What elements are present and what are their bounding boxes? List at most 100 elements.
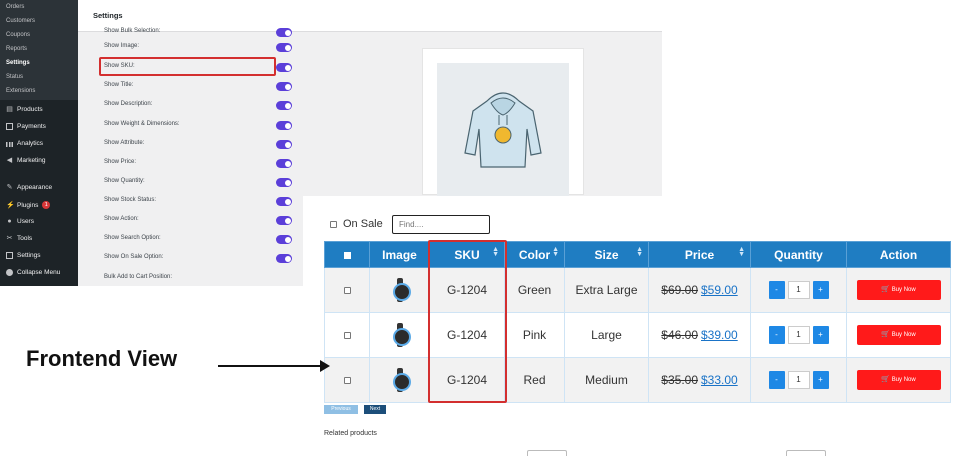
payments-icon	[6, 123, 13, 130]
row-select-cell	[324, 357, 370, 403]
submenu-orders[interactable]: Orders	[6, 4, 24, 10]
buy-now-label: Buy Now	[891, 287, 916, 293]
setting-label: Show Stock Status:	[104, 197, 157, 203]
settings-icon	[6, 252, 13, 259]
setting-row: Show Title:	[104, 82, 292, 92]
plugins-icon: ⚡	[6, 201, 15, 209]
on-sale-checkbox[interactable]	[330, 220, 337, 228]
setting-label: Show Weight & Dimensions:	[104, 121, 180, 127]
sku-setting-highlight	[99, 57, 276, 76]
plugins-update-badge: 1	[42, 201, 51, 209]
submenu-status[interactable]: Status	[6, 74, 23, 80]
increase-qty-button[interactable]: +	[812, 281, 829, 299]
menu-collapse[interactable]: Collapse Menu	[6, 269, 60, 276]
column-header-price[interactable]: Price ▲ ▼	[648, 241, 751, 268]
toggle-switch[interactable]	[276, 63, 292, 72]
menu-plugins[interactable]: ⚡ Plugins 1	[6, 201, 51, 209]
setting-row: Show Quantity:	[104, 178, 292, 188]
toggle-switch[interactable]	[276, 28, 292, 37]
menu-settings[interactable]: Settings	[6, 252, 41, 259]
table-row: G-1204 Red Medium $35.00 $33.00 -1 + 🛒 Buy…	[324, 357, 951, 403]
watch-icon[interactable]	[392, 368, 411, 392]
price-cell: $35.00 $33.00	[648, 357, 751, 403]
previous-page-button[interactable]: Previous	[324, 405, 358, 414]
increase-qty-button[interactable]: +	[812, 326, 829, 344]
tools-icon: ✂	[6, 235, 13, 242]
row-select-cell	[324, 312, 370, 358]
watch-icon[interactable]	[392, 323, 411, 347]
toggle-switch[interactable]	[276, 140, 292, 149]
toggle-switch[interactable]	[276, 43, 292, 52]
menu-tools[interactable]: ✂ Tools	[6, 235, 33, 242]
toggle-switch[interactable]	[276, 159, 292, 168]
toggle-switch[interactable]	[276, 197, 292, 206]
submenu-customers[interactable]: Customers	[6, 18, 35, 24]
setting-row: Show Image:	[104, 43, 292, 53]
quantity-input[interactable]: 1	[787, 281, 810, 299]
sort-icon[interactable]: ▲ ▼	[636, 246, 643, 258]
menu-marketing[interactable]: ◀ Marketing	[6, 157, 46, 164]
related-product-card[interactable]	[786, 450, 826, 456]
cart-icon: 🛒	[881, 286, 891, 293]
search-input[interactable]	[392, 215, 490, 234]
column-header-color[interactable]: Color ▲ ▼	[504, 241, 565, 268]
next-page-button[interactable]: Next	[364, 405, 386, 414]
menu-label: Plugins	[17, 201, 39, 209]
watch-icon[interactable]	[392, 278, 411, 302]
row-checkbox[interactable]	[343, 377, 351, 384]
menu-label: Appearance	[17, 184, 53, 191]
submenu-extensions[interactable]: Extensions	[6, 88, 35, 94]
menu-analytics[interactable]: Analytics	[6, 140, 43, 147]
frontend-view-label: Frontend View	[26, 346, 178, 371]
row-checkbox[interactable]	[343, 287, 351, 294]
submenu-reports[interactable]: Reports	[6, 46, 27, 52]
sort-icon[interactable]: ▲ ▼	[738, 246, 745, 258]
toggle-switch[interactable]	[276, 216, 292, 225]
size-cell: Medium	[564, 357, 649, 403]
marketing-icon: ◀	[6, 157, 13, 164]
on-sale-filter[interactable]: On Sale	[330, 218, 383, 230]
toggle-switch[interactable]	[276, 82, 292, 91]
row-checkbox[interactable]	[343, 332, 351, 339]
buy-now-button[interactable]: 🛒 Buy Now	[856, 280, 941, 300]
setting-row: Show Bulk Selection:	[104, 28, 292, 38]
increase-qty-button[interactable]: +	[812, 371, 829, 389]
setting-label: Show On Sale Option:	[104, 254, 164, 260]
submenu-settings[interactable]: Settings	[6, 60, 30, 66]
related-product-card[interactable]	[527, 450, 567, 456]
quantity-stepper: -1 +	[768, 371, 829, 389]
toggle-switch[interactable]	[276, 235, 292, 244]
buy-now-button[interactable]: 🛒 Buy Now	[856, 370, 941, 390]
column-header-size[interactable]: Size ▲ ▼	[564, 241, 649, 268]
menu-users[interactable]: ● Users	[6, 218, 34, 225]
color-cell: Green	[504, 267, 565, 313]
menu-label: Payments	[17, 123, 46, 130]
action-cell: 🛒 Buy Now	[846, 312, 951, 358]
select-all-checkbox[interactable]	[343, 251, 351, 259]
toggle-switch[interactable]	[276, 254, 292, 263]
select-all-header[interactable]	[324, 241, 370, 268]
submenu-coupons[interactable]: Coupons	[6, 32, 30, 38]
toggle-switch[interactable]	[276, 101, 292, 110]
decrease-qty-button[interactable]: -	[768, 281, 785, 299]
toggle-switch[interactable]	[276, 178, 292, 187]
setting-row: Show Price:	[104, 159, 292, 169]
sort-icon[interactable]: ▲ ▼	[552, 246, 559, 258]
menu-payments[interactable]: Payments	[6, 123, 46, 130]
menu-appearance[interactable]: ✎ Appearance	[6, 184, 53, 191]
setting-row: Show Search Option:	[104, 235, 292, 245]
quantity-input[interactable]: 1	[787, 371, 810, 389]
frontend-view: On Sale Image SKU▲▼ Color▲▼ Size▲▼ Price…	[303, 196, 980, 456]
quantity-input[interactable]: 1	[787, 326, 810, 344]
color-cell: Red	[504, 357, 565, 403]
admin-sidebar: Orders Customers Coupons Reports Setting…	[0, 0, 78, 286]
decrease-qty-button[interactable]: -	[768, 326, 785, 344]
menu-products[interactable]: ▤ Products	[6, 106, 42, 113]
users-icon: ●	[7, 218, 12, 225]
toggle-switch[interactable]	[276, 121, 292, 130]
buy-now-button[interactable]: 🛒 Buy Now	[856, 325, 941, 345]
related-products-heading: Related products	[324, 430, 377, 437]
decrease-qty-button[interactable]: -	[768, 371, 785, 389]
woocommerce-submenu: Orders Customers Coupons Reports Setting…	[0, 0, 78, 100]
cart-icon: 🛒	[881, 331, 891, 338]
